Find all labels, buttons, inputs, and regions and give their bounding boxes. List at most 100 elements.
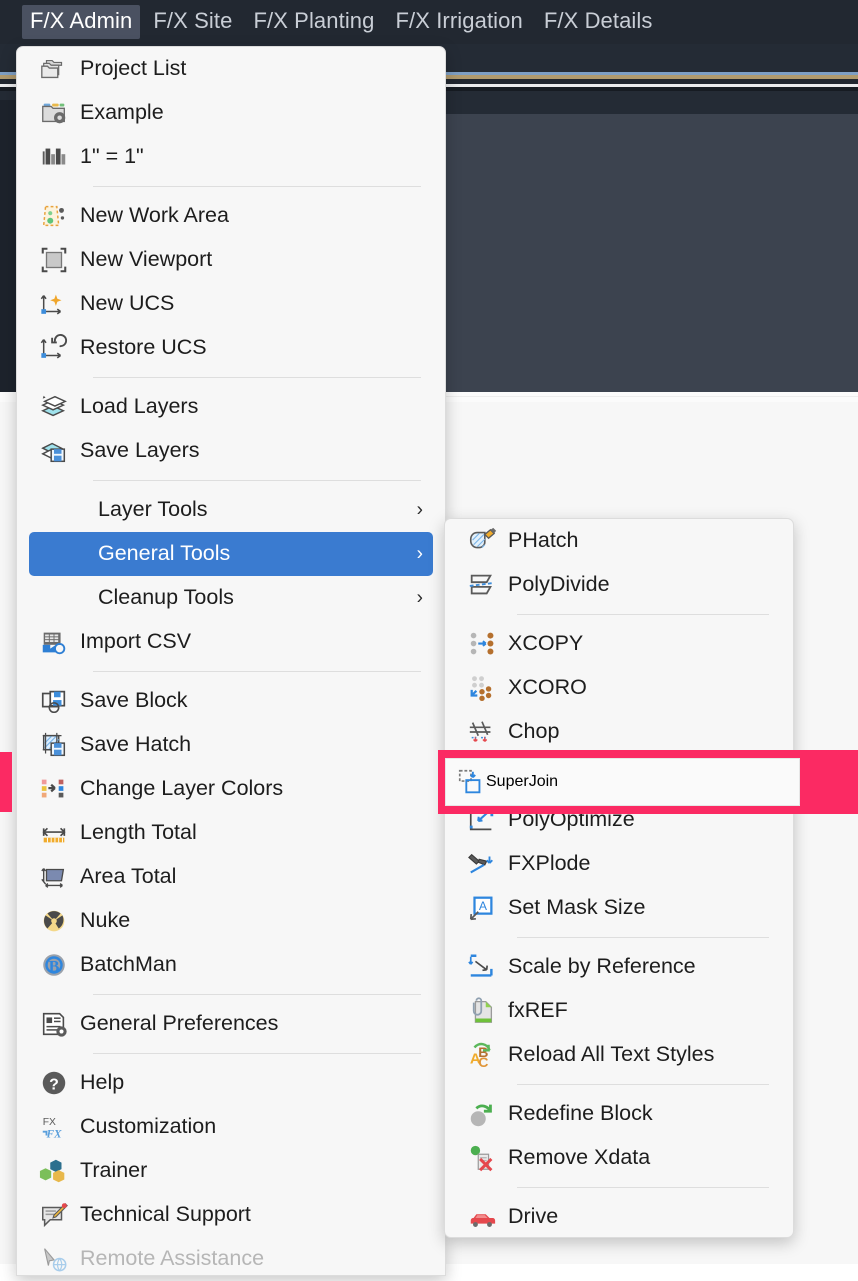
menu-separator [93, 377, 421, 378]
menu-item-label: Save Hatch [80, 732, 192, 757]
menu-item-label: 1" = 1" [80, 144, 144, 169]
general-tools-submenu: PHatchPolyDivideXCOPYXCOROChopSuperJoinP… [444, 518, 794, 1238]
menubar-item-f-x-planting[interactable]: F/X Planting [245, 5, 382, 39]
menu-item-label: Scale by Reference [508, 954, 696, 979]
menu-item-label: PHatch [508, 528, 579, 553]
menu-item-customization[interactable]: FX FX Customization [17, 1105, 445, 1149]
area-total-icon [31, 860, 77, 894]
new-ucs-icon [31, 287, 77, 321]
menu-item-general-tools[interactable]: General Tools › [29, 532, 433, 576]
submenu-item-redefine-block[interactable]: Redefine Block [445, 1092, 793, 1136]
annotation-highlight-left-segment [0, 752, 12, 812]
menu-separator [93, 1053, 421, 1054]
submenu-item-phatch[interactable]: PHatch [445, 519, 793, 563]
menu-item-layer-tools[interactable]: Layer Tools › [17, 488, 445, 532]
menu-item-label: Technical Support [80, 1202, 251, 1227]
save-block-icon [31, 684, 77, 718]
restore-ucs-icon [31, 331, 77, 365]
menu-item-save-layers[interactable]: Save Layers [17, 429, 445, 473]
menu-separator [93, 480, 421, 481]
submenu-item-chop[interactable]: Chop [445, 710, 793, 754]
menu-item-label: Cleanup Tools [98, 585, 234, 610]
menu-item-save-block[interactable]: Save Block [17, 679, 445, 723]
superjoin-icon [456, 767, 486, 797]
menu-separator [517, 937, 769, 938]
trainer-icon [31, 1154, 77, 1188]
menu-item-label: Drive [508, 1204, 559, 1229]
submenu-item-xcoro[interactable]: XCORO [445, 666, 793, 710]
submenu-item-reload-all-text-styles[interactable]: A B C Reload All Text Styles [445, 1033, 793, 1077]
submenu-item-remove-xdata[interactable]: Remove Xdata [445, 1136, 793, 1180]
svg-text:FX: FX [46, 1128, 63, 1140]
menu-separator [93, 994, 421, 995]
highlighted-menu-item-superjoin[interactable]: SuperJoin [446, 760, 798, 804]
menu-item-cleanup-tools[interactable]: Cleanup Tools › [17, 576, 445, 620]
submenu-item-set-mask-size[interactable]: A Set Mask Size [445, 886, 793, 930]
menu-item-general-preferences[interactable]: General Preferences [17, 1002, 445, 1046]
menubar-item-f-x-admin[interactable]: F/X Admin [22, 5, 141, 39]
redefine-block-icon [459, 1097, 505, 1131]
customization-icon: FX FX [31, 1110, 77, 1144]
xcopy-icon [459, 627, 505, 661]
menu-item-label: Import CSV [80, 629, 192, 654]
menu-item-label: XCORO [508, 675, 587, 700]
remove-xdata-icon [459, 1141, 505, 1175]
menu-item-label: Nuke [80, 908, 131, 933]
polydivide-icon [459, 568, 505, 602]
menu-item-area-total[interactable]: Area Total [17, 855, 445, 899]
preferences-icon [31, 1007, 77, 1041]
menu-item-change-layer-colors[interactable]: Change Layer Colors [17, 767, 445, 811]
menu-item-help[interactable]: ? Help [17, 1061, 445, 1105]
menu-item-project-list[interactable]: Project List [17, 47, 445, 91]
menubar-item-f-x-details[interactable]: F/X Details [536, 5, 661, 39]
menu-item-remote-assistance[interactable]: Remote Assistance [17, 1237, 445, 1281]
folders-icon [31, 52, 77, 86]
menubar-item-f-x-irrigation[interactable]: F/X Irrigation [387, 5, 530, 39]
menu-item-nuke[interactable]: Nuke [17, 899, 445, 943]
submenu-item-xcopy[interactable]: XCOPY [445, 622, 793, 666]
menu-item-label: Example [80, 100, 164, 125]
folder-settings-icon [31, 96, 77, 130]
menu-bar: F/X Admin F/X Site F/X Planting F/X Irrigat… [0, 0, 858, 44]
submenu-item-drive[interactable]: Drive [445, 1195, 793, 1239]
menu-item-label: Remote Assistance [80, 1246, 265, 1271]
submenu-item-fxref[interactable]: fxREF [445, 989, 793, 1033]
menu-item-label: General Tools [98, 541, 231, 566]
menu-item-length-total[interactable]: Length Total [17, 811, 445, 855]
fxplode-icon [459, 847, 505, 881]
menubar-item-f-x-site[interactable]: F/X Site [145, 5, 240, 39]
menu-item-label: Redefine Block [508, 1101, 653, 1126]
submenu-item-scale-by-reference[interactable]: Scale by Reference [445, 945, 793, 989]
menu-item-new-ucs[interactable]: New UCS [17, 282, 445, 326]
menu-item-batchman[interactable]: B BatchMan [17, 943, 445, 987]
menu-item-label: Customization [80, 1114, 217, 1139]
chevron-right-icon: › [416, 587, 423, 609]
menu-item-label: SuperJoin [486, 773, 559, 790]
menu-item-load-layers[interactable]: Load Layers [17, 385, 445, 429]
left-dock-strip [0, 100, 16, 392]
menu-item-label: New Viewport [80, 247, 213, 272]
menu-separator [517, 1187, 769, 1188]
menu-item-label: FXPlode [508, 851, 591, 876]
phatch-icon [459, 524, 505, 558]
submenu-item-polydivide[interactable]: PolyDivide [445, 563, 793, 607]
submenu-item-fxplode[interactable]: FXPlode [445, 842, 793, 886]
menu-item-trainer[interactable]: Trainer [17, 1149, 445, 1193]
length-total-icon [31, 816, 77, 850]
menu-item-restore-ucs[interactable]: Restore UCS [17, 326, 445, 370]
menu-item-new-viewport[interactable]: New Viewport [17, 238, 445, 282]
menu-item-label: Restore UCS [80, 335, 207, 360]
menu-item-import-csv[interactable]: Import CSV [17, 620, 445, 664]
import-csv-icon [31, 625, 77, 659]
xcoro-icon [459, 671, 505, 705]
menu-item-save-hatch[interactable]: Save Hatch [17, 723, 445, 767]
menu-item-technical-support[interactable]: Technical Support [17, 1193, 445, 1237]
svg-text:A: A [479, 899, 488, 913]
menu-item-new-work-area[interactable]: New Work Area [17, 194, 445, 238]
menu-item-example[interactable]: Example [17, 91, 445, 135]
set-mask-size-icon: A [459, 891, 505, 925]
menu-item-1-1[interactable]: 1" = 1" [17, 135, 445, 179]
scale-bar-icon [31, 140, 77, 174]
fx-admin-dropdown-menu: Project List Example 1" = 1" New Work Area N… [16, 46, 446, 1276]
help-icon: ? [31, 1066, 77, 1100]
